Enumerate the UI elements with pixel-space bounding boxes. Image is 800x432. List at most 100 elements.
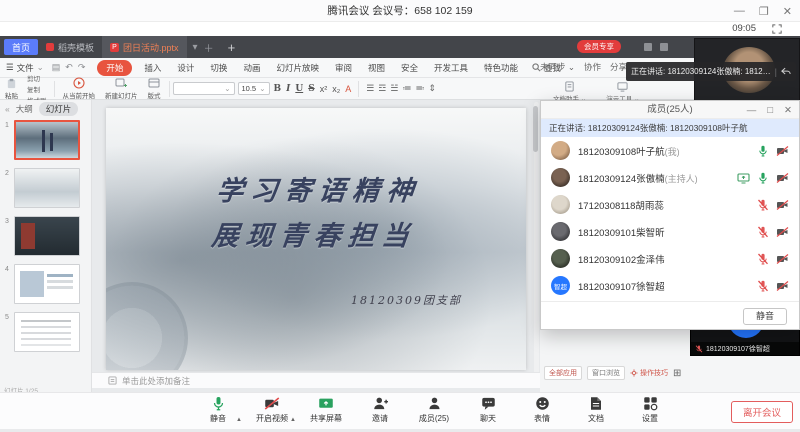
layout-button[interactable]: 版式: [143, 78, 166, 100]
restore-button[interactable]: ❐: [759, 5, 769, 18]
italic-button[interactable]: I: [286, 84, 290, 94]
close-button[interactable]: ✕: [784, 105, 792, 116]
slide-thumb-1[interactable]: 1: [0, 120, 92, 164]
mic-on-icon[interactable]: [757, 145, 769, 157]
minimize-button[interactable]: —: [747, 105, 757, 116]
slides-tab[interactable]: 幻灯片: [39, 102, 79, 116]
member-row[interactable]: 18120309124张傲楠(主持人): [541, 164, 799, 191]
docs-button[interactable]: 文档: [576, 396, 616, 432]
new-slide-button[interactable]: 新建幻灯片: [100, 78, 143, 100]
ribbon-tab-transition[interactable]: 切换: [206, 60, 231, 76]
cut-button[interactable]: 剪切: [27, 73, 47, 83]
emoji-button[interactable]: 表情: [522, 396, 562, 432]
align-center-button[interactable]: ☲: [378, 83, 386, 94]
ribbon-tab-animation[interactable]: 动画: [239, 60, 264, 76]
chat-button[interactable]: 聊天: [468, 396, 508, 432]
mic-muted-icon[interactable]: [757, 280, 769, 292]
align-right-button[interactable]: ☱: [390, 83, 398, 94]
tab-menu-icon[interactable]: ▾: [193, 42, 198, 53]
ribbon-tab-design[interactable]: 设计: [173, 60, 198, 76]
member-row[interactable]: 智超 18120309107徐智超: [541, 272, 799, 299]
tab-close-icon[interactable]: ＋: [204, 40, 214, 55]
ribbon-tab-insert[interactable]: 插入: [140, 60, 165, 76]
superscript-button[interactable]: x²: [320, 84, 328, 94]
wps-file-tab[interactable]: P 团日活动.pptx: [102, 36, 187, 58]
current-slide[interactable]: 学习寄语精神 展现青春担当 18120309团支部: [106, 108, 526, 370]
screen-sharing-icon[interactable]: [737, 172, 750, 184]
more-icon[interactable]: [660, 43, 668, 51]
leave-meeting-button[interactable]: 离开会议: [731, 401, 793, 423]
slide-thumb-5[interactable]: 5: [0, 312, 92, 356]
collaborate-button[interactable]: 协作: [584, 61, 601, 73]
camera-off-icon[interactable]: [776, 172, 789, 184]
bullet-list-button[interactable]: ≔: [402, 83, 411, 94]
minimize-button[interactable]: —: [734, 5, 745, 17]
camera-off-icon[interactable]: [776, 145, 789, 157]
sync-status[interactable]: 未同步 ⌄: [540, 61, 575, 73]
align-left-button[interactable]: ☰: [366, 83, 374, 94]
font-name-combo[interactable]: ⌄: [173, 82, 235, 95]
mic-on-icon[interactable]: [757, 172, 769, 184]
line-spacing-button[interactable]: ⇕: [428, 83, 436, 94]
font-color-button[interactable]: A: [345, 84, 351, 94]
share-button[interactable]: 分享: [610, 61, 627, 73]
slide-thumb-4[interactable]: 4: [0, 264, 92, 308]
play-from-current-button[interactable]: 从当前开始: [58, 77, 101, 100]
invite-button[interactable]: 邀请: [360, 396, 400, 432]
redo-icon[interactable]: ↷: [78, 62, 86, 73]
ribbon-tab-view[interactable]: 视图: [364, 60, 389, 76]
copy-button[interactable]: 复制: [27, 84, 47, 94]
mic-options-caret[interactable]: ▲: [236, 417, 242, 423]
ribbon-tab-security[interactable]: 安全: [397, 60, 422, 76]
ribbon-tab-features[interactable]: 特色功能: [480, 60, 522, 76]
vertical-scrollbar[interactable]: [534, 102, 539, 388]
wps-docer-tab[interactable]: 稻壳模板: [38, 36, 102, 58]
paste-button[interactable]: 粘贴: [0, 78, 23, 100]
member-row[interactable]: 17120308118胡雨蕊: [541, 191, 799, 218]
outline-tab[interactable]: 大纲: [16, 103, 33, 115]
close-button[interactable]: ✕: [783, 5, 792, 18]
wps-home-tab[interactable]: 首页: [4, 39, 38, 55]
bold-button[interactable]: B: [274, 84, 282, 94]
mic-muted-icon[interactable]: [757, 253, 769, 265]
ribbon-tab-slideshow[interactable]: 幻灯片放映: [272, 60, 323, 76]
members-button[interactable]: 成员(25): [414, 396, 454, 432]
camera-off-icon[interactable]: [776, 226, 789, 238]
mic-muted-icon[interactable]: [757, 226, 769, 238]
collapse-panel-icon[interactable]: «: [5, 104, 10, 114]
fullscreen-icon[interactable]: [772, 24, 782, 34]
mute-button[interactable]: 静音: [743, 308, 787, 325]
view-grid-icon[interactable]: ⊞: [673, 368, 681, 379]
member-row[interactable]: 18120309108叶子航(我): [541, 137, 799, 164]
maximize-button[interactable]: □: [767, 105, 773, 116]
ribbon-tab-review[interactable]: 审阅: [331, 60, 356, 76]
member-row[interactable]: 18120309102金泽伟: [541, 245, 799, 272]
camera-options-caret[interactable]: ▲: [290, 417, 296, 423]
camera-off-icon[interactable]: [776, 280, 789, 292]
member-row[interactable]: 18120309101柴智昕: [541, 218, 799, 245]
number-list-button[interactable]: ≕: [415, 83, 424, 94]
notes-bar[interactable]: 单击此处添加备注: [92, 372, 540, 388]
new-tab-button[interactable]: +: [228, 40, 236, 55]
share-screen-button[interactable]: 共享屏幕: [306, 396, 346, 432]
notification-icon[interactable]: [644, 43, 652, 51]
underline-button[interactable]: U: [295, 84, 303, 94]
mute-toggle-button[interactable]: 静音 ▲: [198, 396, 238, 432]
all-apps-button[interactable]: 全部应用: [544, 366, 582, 380]
strikethrough-button[interactable]: S: [308, 84, 315, 94]
camera-off-icon[interactable]: [776, 253, 789, 265]
reply-arrow-icon[interactable]: [781, 67, 791, 76]
browse-mode-button[interactable]: 窗口浏览: [587, 366, 625, 380]
font-size-combo[interactable]: 10.5⌄: [238, 82, 270, 95]
camera-toggle-button[interactable]: 开启视频 ▲: [252, 396, 292, 432]
tips-button[interactable]: 操作技巧: [630, 368, 668, 378]
slide-thumb-2[interactable]: 2: [0, 168, 92, 212]
subscript-button[interactable]: x₂: [332, 84, 340, 94]
ribbon-tab-home[interactable]: 开始: [97, 60, 132, 76]
mic-muted-icon[interactable]: [757, 199, 769, 211]
wps-member-promo-button[interactable]: 会员专享: [577, 40, 621, 53]
undo-icon[interactable]: ↶: [65, 62, 73, 73]
camera-off-icon[interactable]: [776, 199, 789, 211]
save-icon[interactable]: ▤: [52, 62, 61, 73]
slide-thumb-3[interactable]: 3: [0, 216, 92, 260]
